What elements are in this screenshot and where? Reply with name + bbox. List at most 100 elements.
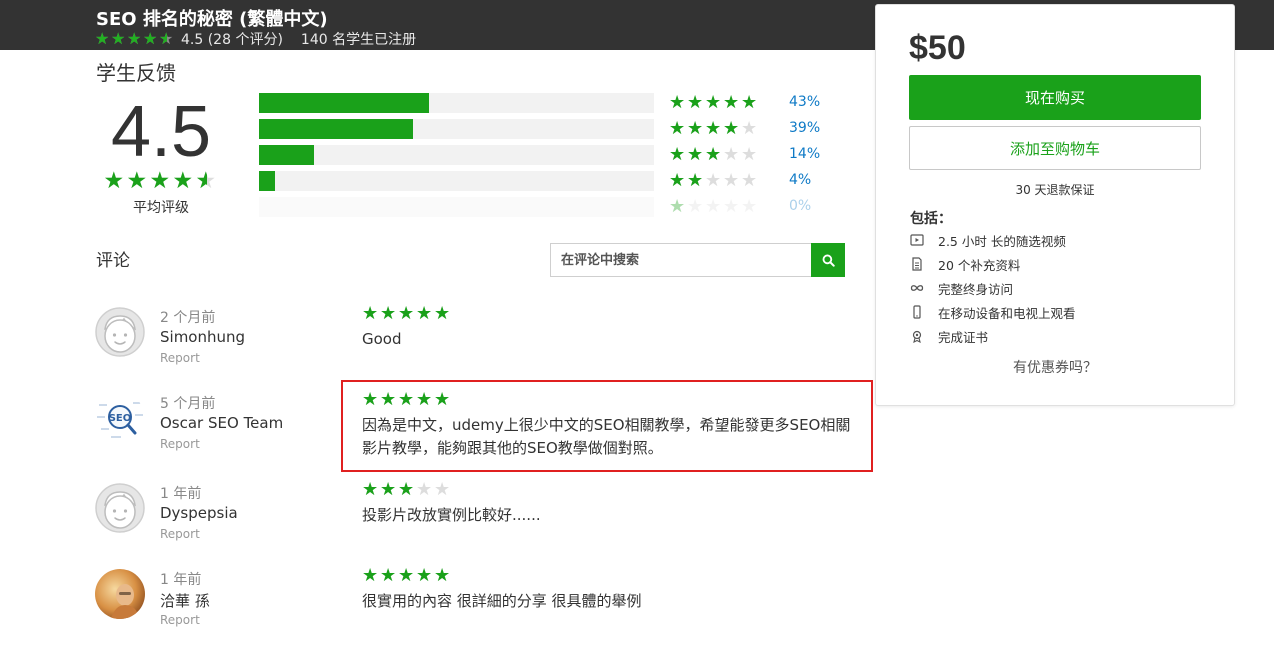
star-icon: ★★ [723,118,740,139]
star-icon: ★★ [398,565,415,586]
money-back-guarantee: 30 天退款保证 [1015,183,1095,197]
star-icon: ★★ [705,196,722,217]
star-icon: ★★ [362,479,379,500]
course-price: $50 [909,29,966,67]
report-link[interactable]: Report [160,613,200,627]
average-rating-label: 平均评级 [133,200,189,216]
star-icon: ★★ [705,118,722,139]
review-stars: ★★★★★★★★★★ [362,481,452,499]
review-stars: ★★★★★★★★★★ [362,305,452,323]
star-icon: ★★ [741,118,758,139]
review-item: 2 个月前 Simonhung Report ★ ★ ★ ★ ★ ★ ★ ★ ★ ★ Good [95,305,875,387]
star-icon: ★★ [143,29,158,48]
rating-row-percent[interactable]: 14% [789,146,820,162]
star-icon: ★★ [127,29,142,48]
rating-bar-fill [259,145,315,165]
certificate-icon [910,329,931,343]
search-icon [822,254,835,267]
star-icon: ★★ [723,170,740,191]
star-icon: ★★ [398,479,415,500]
rating-bar-fill [259,171,275,191]
avatar[interactable] [95,569,145,619]
rating-row-stars: ★★★★★★★★★★ [669,145,759,165]
header-rating-stars: ★ ★ ★ ★ ★ ★ ★ ★ ★ ★ [95,31,175,47]
include-text: 20 个补充资料 [938,257,1021,273]
star-icon: ★★ [172,168,194,194]
include-item: 在移动设备和电视上观看 [910,303,1076,321]
report-link[interactable]: Report [160,351,200,365]
star-icon: ★★ [705,144,722,165]
rating-bar-track [259,171,654,191]
star-icon: ★★ [195,168,217,194]
star-icon: ★★ [416,303,433,324]
rating-bar-fill [259,93,429,113]
seo-logo-avatar-icon: SEO [95,393,145,443]
header-rating-text: 4.5 (28 个评分) [181,32,283,48]
star-icon: ★★ [723,144,740,165]
reviewer-name[interactable]: Oscar SEO Team [160,414,283,432]
avatar[interactable]: SEO [95,393,145,443]
review-search [550,243,845,277]
rating-bar-track [259,145,654,165]
report-link[interactable]: Report [160,437,200,451]
star-icon: ★★ [362,565,379,586]
svg-text:SEO: SEO [109,413,132,424]
rating-row-3-star[interactable]: ★★★★★★★★★★ 14% [259,145,829,165]
review-search-input[interactable] [551,244,811,276]
rating-bar-track [259,119,654,139]
avatar[interactable] [95,307,145,357]
video-icon [910,233,931,247]
review-stars: ★★★★★★★★★★ [362,567,452,585]
rating-row-5-star[interactable]: ★ ★ ★ ★ ★ ★ ★ ★ ★ ★ 43% [259,93,829,113]
rating-row-4-star[interactable]: ★★★★★★★★★★39% [259,119,829,139]
star-icon: ★★ [416,565,433,586]
add-to-cart-button[interactable]: 添加至购物车 [909,126,1201,170]
star-icon: ★★ [687,92,704,113]
course-title: SEO 排名的秘密 (繁體中文) [96,9,328,30]
include-item: 完成证书 [910,327,988,345]
star-icon: ★★ [723,196,740,217]
enrolled-count: 140 名学生已注册 [300,32,417,48]
review-text: 因為是中文，udemy上很少中文的SEO相關教學，希望能發更多SEO相關影片教學… [362,416,851,457]
coupon-link[interactable]: 有优惠券吗？ [876,357,1234,377]
star-icon: ★★ [669,144,686,165]
rating-row-percent[interactable]: 39% [789,120,820,136]
star-icon: ★★ [434,565,451,586]
review-text: Good [362,330,402,348]
review-text: 很實用的內容 很詳細的分享 很具體的舉例 [362,592,642,610]
report-link[interactable]: Report [160,527,200,541]
buy-now-button[interactable]: 现在购买 [909,75,1201,120]
course-rating-summary: ★ ★ ★ ★ ★ ★ ★ ★ ★ ★ 4.5 (28 个评分) 140 名学生已注册 [95,30,417,49]
star-icon: ★★ [687,118,704,139]
star-icon: ★★ [362,303,379,324]
star-icon: ★★ [398,303,415,324]
star-icon: ★★ [723,92,740,113]
rating-row-percent[interactable]: 0% [789,198,811,214]
reviewer-name[interactable]: 洽華 孫 [160,590,210,611]
review-search-button[interactable] [811,243,845,277]
star-icon: ★★ [398,389,415,410]
rating-row-percent[interactable]: 4% [789,172,811,188]
include-text: 完成证书 [938,329,989,345]
infinity-icon [910,281,931,295]
feedback-title: 学生反馈 [96,61,176,85]
reviewer-name[interactable]: Dyspepsia [160,504,238,522]
star-icon: ★★ [434,479,451,500]
star-icon: ★★ [705,92,722,113]
rating-bar-fill [259,119,414,139]
avatar[interactable] [95,483,145,533]
reviewer-name[interactable]: Simonhung [160,328,245,346]
star-icon: ★★ [149,168,171,194]
star-icon: ★★ [362,389,379,410]
review-time: 5 个月前 [160,396,216,412]
rating-row-2-star[interactable]: ★★★★★★★★★★4% [259,171,829,191]
star-icon: ★★ [434,303,451,324]
star-icon: ★★ [126,168,148,194]
rating-row-percent[interactable]: 43% [789,94,820,110]
review-item: 1 年前DyspepsiaReport★★★★★★★★★★投影片改放實例比較好.… [95,481,875,563]
include-item: 完整终身访问 [910,279,1013,297]
star-icon: ★★ [434,389,451,410]
rating-row-stars: ★★★★★★★★★★ [669,197,759,217]
rating-row-1-star[interactable]: ★★★★★★★★★★ 0% [259,197,829,217]
star-icon: ★★ [687,196,704,217]
